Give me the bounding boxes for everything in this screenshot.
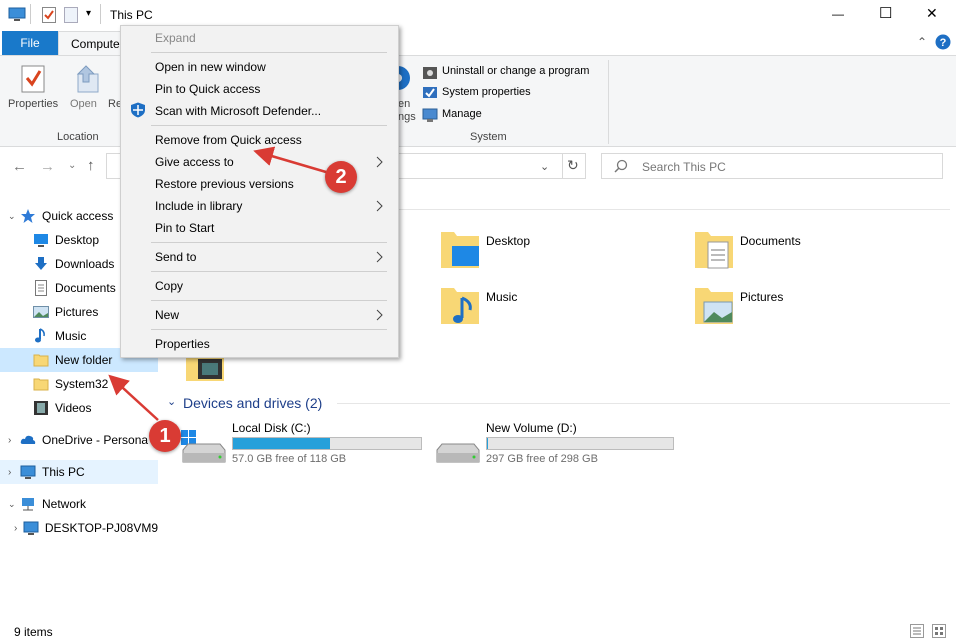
annotation-arrow-2 xyxy=(253,146,327,174)
annotation-arrow-1 xyxy=(108,374,159,421)
annotation-badge-1: 1 xyxy=(149,420,181,452)
annotation-badge-2: 2 xyxy=(325,161,357,193)
annotation-arrows xyxy=(108,146,327,421)
